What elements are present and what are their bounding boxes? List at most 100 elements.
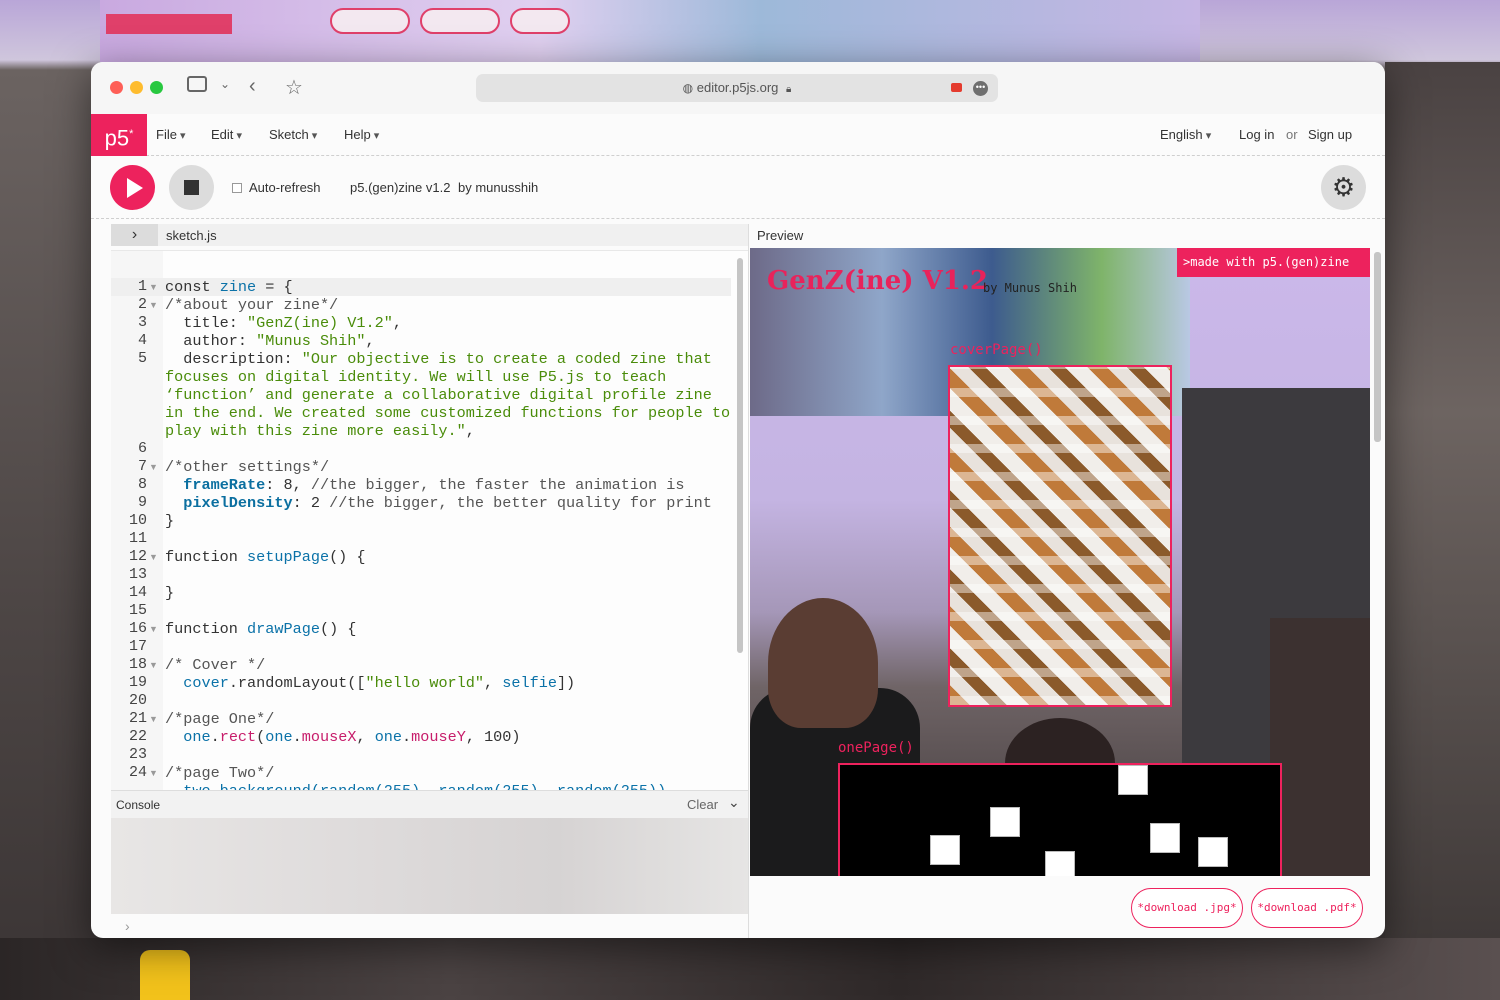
console-label: Console bbox=[116, 798, 161, 812]
background-projected-button bbox=[330, 8, 410, 34]
cover-page-collage bbox=[948, 365, 1172, 707]
code-token: author: bbox=[165, 332, 257, 350]
code-token: "Munus Shih" bbox=[256, 332, 366, 350]
code-token: , bbox=[356, 728, 375, 746]
line-number: 14 bbox=[128, 584, 147, 601]
sketch-author[interactable]: by munusshih bbox=[458, 180, 538, 195]
code-token: ]) bbox=[556, 674, 576, 692]
language-select[interactable]: English bbox=[1160, 127, 1211, 142]
background-projected-tag bbox=[106, 14, 232, 34]
white-square bbox=[990, 807, 1020, 837]
more-icon[interactable]: ••• bbox=[973, 81, 988, 96]
auto-refresh-label: Auto-refresh bbox=[249, 180, 321, 195]
preview-canvas[interactable]: GenZ(ine) V1.2 by Munus Shih >made with … bbox=[750, 248, 1370, 876]
menu-edit[interactable]: Edit bbox=[211, 127, 242, 142]
made-with-badge[interactable]: >made with p5.(gen)zine bbox=[1177, 248, 1370, 277]
file-tab-bar: › sketch.js bbox=[111, 224, 748, 246]
one-page-canvas bbox=[838, 763, 1282, 876]
fold-arrow-icon[interactable]: ▼ bbox=[149, 764, 158, 782]
presenter-head-image bbox=[768, 598, 878, 728]
or-text: or bbox=[1286, 127, 1298, 142]
code-token: , bbox=[465, 422, 475, 440]
close-window-button[interactable] bbox=[110, 81, 123, 94]
auto-refresh-checkbox[interactable] bbox=[232, 183, 242, 193]
code-token: function bbox=[165, 620, 248, 638]
download-jpg-button[interactable]: *download .jpg* bbox=[1131, 888, 1243, 928]
white-square bbox=[1150, 823, 1180, 853]
line-number: 18 bbox=[128, 656, 147, 673]
login-link[interactable]: Log in bbox=[1239, 127, 1274, 142]
menu-sketch[interactable]: Sketch bbox=[269, 127, 317, 142]
back-icon[interactable]: ‹ bbox=[249, 75, 256, 98]
maximize-window-button[interactable] bbox=[150, 81, 163, 94]
code-token: drawPage bbox=[247, 620, 320, 638]
chevron-down-icon[interactable]: ⌄ bbox=[220, 77, 230, 91]
star-icon[interactable]: ☆ bbox=[285, 75, 303, 100]
editor-scrollbar[interactable] bbox=[737, 258, 743, 653]
preview-scrollbar[interactable] bbox=[1374, 252, 1381, 442]
code-token: //the bigger, the faster the animation i… bbox=[310, 476, 685, 494]
code-token: rect bbox=[219, 728, 257, 746]
code-line: /*page One*/ bbox=[165, 710, 275, 728]
line-number: 16 bbox=[128, 620, 147, 637]
signup-link[interactable]: Sign up bbox=[1308, 127, 1352, 142]
fold-arrow-icon[interactable]: ▼ bbox=[149, 656, 158, 674]
preview-label: Preview bbox=[757, 228, 804, 243]
url-text: editor.p5js.org bbox=[696, 80, 779, 95]
p5-logo[interactable]: p5* bbox=[91, 114, 147, 156]
fold-arrow-icon[interactable]: ▼ bbox=[149, 278, 158, 296]
white-square bbox=[1198, 837, 1228, 867]
fold-arrow-icon[interactable]: ▼ bbox=[149, 548, 158, 566]
background-projected-button bbox=[420, 8, 500, 34]
console-output bbox=[111, 818, 748, 914]
address-bar[interactable]: ◍ editor.p5js.org 🔒︎ ••• bbox=[476, 74, 998, 102]
console-prompt-icon: › bbox=[125, 918, 130, 934]
code-token: "hello world" bbox=[365, 674, 485, 692]
code-editor[interactable]: 1 2 3 4 5 6 7 8 9 10 11 12 13 14 15 16 1… bbox=[111, 250, 748, 790]
console-input[interactable]: › bbox=[111, 914, 748, 938]
code-token: , bbox=[365, 332, 375, 350]
sidebar-icon[interactable] bbox=[187, 76, 207, 92]
pane-divider[interactable] bbox=[748, 224, 749, 938]
stop-button[interactable] bbox=[169, 165, 214, 210]
download-pdf-button[interactable]: *download .pdf* bbox=[1251, 888, 1363, 928]
background-projected-button bbox=[510, 8, 570, 34]
code-token: . bbox=[402, 728, 412, 746]
cover-page-label: coverPage() bbox=[950, 342, 1043, 358]
fold-arrow-icon[interactable]: ▼ bbox=[149, 620, 158, 638]
line-number: 15 bbox=[128, 602, 147, 619]
sketch-toolbar: Auto-refresh p5.(gen)zine v1.2 by munuss… bbox=[91, 157, 1385, 219]
code-token: setupPage bbox=[247, 548, 330, 566]
one-page-label: onePage() bbox=[838, 740, 914, 756]
code-token: ( bbox=[256, 728, 266, 746]
code-line: function setupPage() { bbox=[165, 548, 735, 566]
code-line: } bbox=[165, 584, 175, 602]
line-number: 4 bbox=[137, 332, 147, 349]
console-clear-button[interactable]: Clear bbox=[687, 797, 718, 812]
audience-image bbox=[1270, 618, 1370, 876]
logo-text: p5 bbox=[104, 125, 130, 151]
menu-file[interactable]: File bbox=[156, 127, 186, 142]
code-token: .randomLayout([ bbox=[228, 674, 366, 692]
code-line: } bbox=[165, 512, 175, 530]
fold-arrow-icon[interactable]: ▼ bbox=[149, 458, 158, 476]
sidebar-toggle-chevron-right-icon[interactable]: › bbox=[111, 224, 158, 246]
code-line: pixelDensity: 2 //the bigger, the better… bbox=[165, 494, 735, 512]
file-name[interactable]: sketch.js bbox=[166, 228, 217, 243]
browser-window: ⌄ ‹ ☆ ◍ editor.p5js.org 🔒︎ ••• p5* File … bbox=[91, 62, 1385, 938]
fold-arrow-icon[interactable]: ▼ bbox=[149, 710, 158, 728]
line-number: 17 bbox=[128, 638, 147, 655]
line-number: 21 bbox=[128, 710, 147, 727]
camera-icon[interactable] bbox=[951, 83, 962, 92]
fold-arrow-icon[interactable]: ▼ bbox=[149, 296, 158, 314]
menu-help[interactable]: Help bbox=[344, 127, 379, 142]
line-number: 20 bbox=[128, 692, 147, 709]
line-number: 7 bbox=[137, 458, 147, 475]
play-button[interactable] bbox=[110, 165, 155, 210]
code-line: const zine = { bbox=[165, 278, 735, 296]
settings-gear-icon[interactable]: ⚙ bbox=[1321, 165, 1366, 210]
minimize-window-button[interactable] bbox=[130, 81, 143, 94]
chevron-down-icon[interactable]: ⌄ bbox=[728, 794, 740, 811]
sketch-name[interactable]: p5.(gen)zine v1.2 bbox=[350, 180, 450, 195]
